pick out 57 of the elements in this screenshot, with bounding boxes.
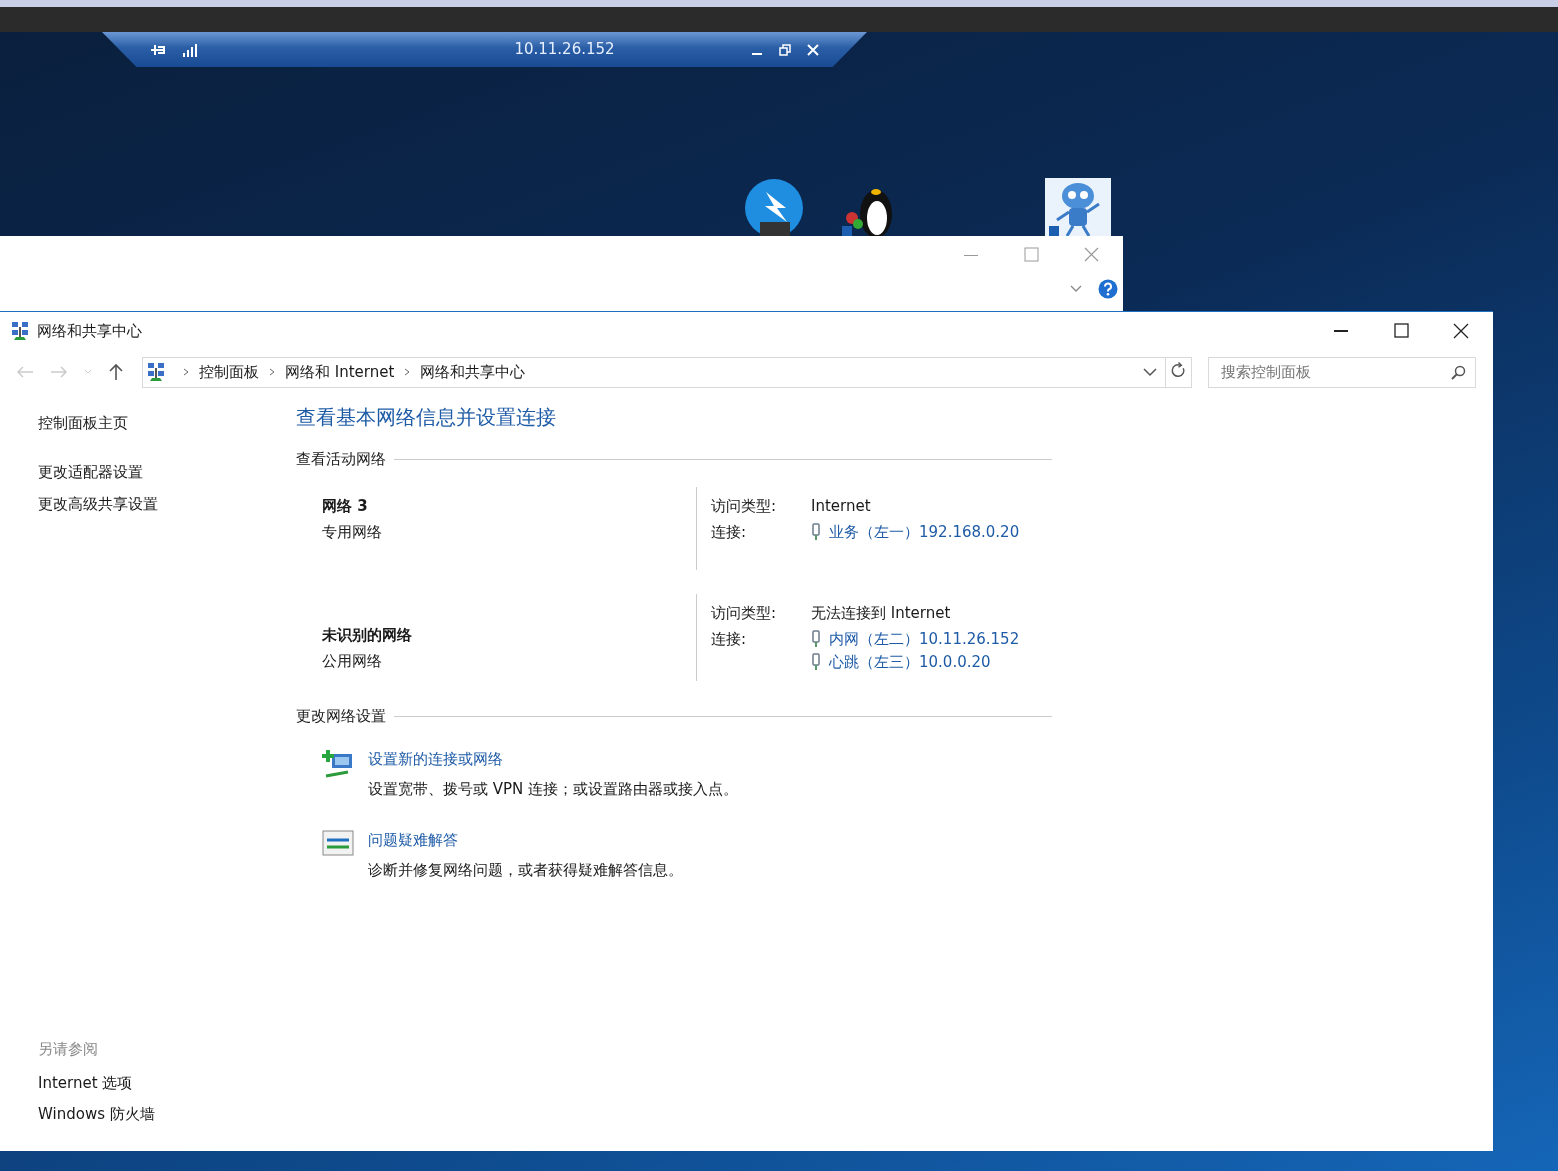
window-title: 网络和共享中心 — [37, 320, 143, 342]
ethernet-plug-icon — [811, 523, 821, 542]
network-category: 专用网络 — [322, 522, 383, 543]
page-heading: 查看基本网络信息并设置连接 — [296, 404, 557, 431]
search-field[interactable]: 搜索控制面板 — [1208, 356, 1476, 388]
network-name: 网络 3 — [322, 495, 369, 517]
task-link[interactable]: 问题疑难解答 — [368, 828, 683, 851]
dropdown-chevron-icon[interactable] — [1143, 367, 1157, 377]
maximize-icon — [1391, 321, 1411, 341]
remote-host-title: 10.11.26.152 — [513, 39, 616, 61]
breadcrumb-item[interactable]: 网络和共享中心 — [420, 360, 526, 384]
sidebar-link[interactable]: 控制面板主页 — [38, 412, 280, 435]
ethernet-plug-icon — [811, 630, 821, 649]
address-bar[interactable]: 控制面板 网络和 Internet 网络和共享中心 — [142, 356, 1192, 388]
ethernet-plug-icon — [811, 652, 821, 671]
connection-link[interactable]: 内网（左二）10.11.26.152 — [829, 628, 1020, 651]
connection-link[interactable]: 心跳（左三）10.0.0.20 — [829, 650, 991, 673]
breadcrumb-item[interactable]: 网络和 Internet — [285, 360, 395, 384]
robot-icon[interactable] — [1045, 178, 1111, 236]
sidebar-link[interactable]: Internet 选项 — [38, 1072, 280, 1095]
access-type-value: 无法连接到 Internet — [811, 602, 951, 624]
access-type-label: 访问类型: — [711, 495, 778, 517]
sidebar-link[interactable]: 更改适配器设置 — [38, 460, 280, 483]
network-name: 未识别的网络 — [322, 624, 413, 646]
sidebar-link[interactable]: Windows 防火墙 — [38, 1102, 280, 1125]
section-heading: 更改网络设置 — [296, 706, 386, 727]
section-heading: 查看活动网络 — [296, 449, 386, 470]
search-icon[interactable] — [1450, 364, 1466, 381]
network-category: 公用网络 — [322, 651, 383, 672]
access-type-value: Internet — [811, 495, 871, 517]
close-icon[interactable] — [807, 43, 819, 56]
task-description: 诊断并修复网络问题，或者获得疑难解答信息。 — [368, 860, 683, 881]
chevron-right-icon — [267, 367, 277, 377]
chevron-down-icon[interactable] — [1070, 285, 1082, 293]
breadcrumb-item[interactable]: 控制面板 — [199, 360, 259, 384]
maximize-icon — [1021, 245, 1041, 265]
chevron-right-icon — [181, 367, 191, 377]
minimize-icon — [1334, 330, 1348, 332]
signal-icon — [182, 42, 198, 57]
network-add-icon — [322, 747, 354, 778]
network-icon — [11, 321, 29, 341]
connection-label: 连接: — [711, 522, 748, 543]
minimize-icon — [964, 254, 978, 256]
sidebar-link[interactable]: 更改高级共享设置 — [38, 493, 280, 516]
help-icon[interactable] — [1098, 279, 1118, 299]
access-type-label: 访问类型: — [711, 602, 778, 624]
close-icon — [1451, 321, 1471, 341]
lightning-zip-icon[interactable] — [744, 178, 806, 236]
connection-link[interactable]: 业务（左一）192.168.0.20 — [829, 521, 1020, 544]
network-icon — [147, 362, 165, 382]
task-description: 设置宽带、拨号或 VPN 连接；或设置路由器或接入点。 — [368, 779, 739, 800]
connection-label: 连接: — [711, 629, 748, 650]
see-also-heading: 另请参阅 — [38, 1038, 99, 1060]
restore-icon[interactable] — [779, 43, 791, 56]
monitor-icon — [322, 828, 354, 859]
up-arrow-icon[interactable] — [108, 363, 124, 381]
task-link[interactable]: 设置新的连接或网络 — [368, 747, 739, 770]
